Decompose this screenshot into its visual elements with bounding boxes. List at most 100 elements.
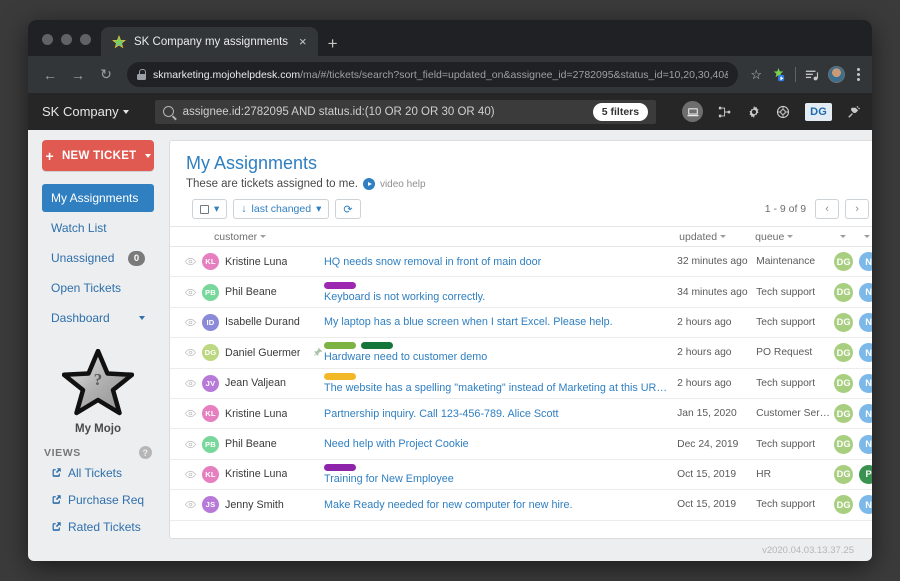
watch-eye-icon[interactable]	[184, 439, 197, 450]
table-row[interactable]: JVJean ValjeanThe website has a spelling…	[170, 369, 872, 399]
watch-eye-icon[interactable]	[184, 287, 197, 298]
user-avatar-initials[interactable]: DG	[805, 103, 832, 121]
table-row[interactable]: DGDaniel GuermerHardware need to custome…	[170, 338, 872, 368]
sidebar-item-purchase-req[interactable]: Purchase Req	[42, 486, 154, 513]
sitemap-icon[interactable]	[718, 105, 732, 119]
new-ticket-button[interactable]: + NEW TICKET	[42, 140, 154, 171]
sidebar-item-watch-list[interactable]: Watch List	[42, 214, 154, 242]
ticket-tag[interactable]	[324, 282, 356, 289]
row-badge[interactable]: DG	[834, 435, 853, 454]
ticket-subject-link[interactable]: Partnership inquiry. Call 123-456-789. A…	[324, 408, 667, 420]
row-badge[interactable]: N	[859, 404, 872, 423]
ticket-subject-link[interactable]: Hardware need to customer demo	[324, 351, 667, 363]
watch-eye-icon[interactable]	[184, 347, 197, 358]
table-row[interactable]: JSJenny SmithMake Ready needed for new c…	[170, 490, 872, 520]
ticket-subject-cell: Need help with Project Cookie	[324, 438, 677, 450]
table-row[interactable]: PBPhil BeaneNeed help with Project Cooki…	[170, 429, 872, 459]
previous-page-button[interactable]: ‹	[815, 199, 839, 219]
browser-profile-avatar[interactable]	[828, 66, 845, 83]
ticket-tag[interactable]	[324, 342, 356, 349]
sidebar-item-open-tickets[interactable]: Open Tickets	[42, 274, 154, 302]
plug-icon[interactable]	[847, 105, 861, 119]
bookmark-star-icon[interactable]: ☆	[750, 67, 762, 83]
address-bar[interactable]: skmarketing.mojohelpdesk.com/ma/#/ticket…	[127, 62, 738, 87]
column-header-updated[interactable]: updated	[679, 231, 755, 243]
extension-puzzle-icon[interactable]	[771, 67, 786, 82]
company-switcher[interactable]: SK Company	[42, 104, 129, 119]
help-question-icon[interactable]: ?	[139, 446, 152, 459]
column-header-status[interactable]	[855, 235, 872, 238]
play-icon[interactable]	[363, 178, 375, 190]
table-row[interactable]: KLKristine LunaTraining for New Employee…	[170, 460, 872, 490]
table-row[interactable]: KLKristine LunaHQ needs snow removal in …	[170, 247, 872, 277]
watch-eye-icon[interactable]	[184, 256, 197, 267]
column-header-assignee[interactable]	[831, 235, 855, 238]
row-badge[interactable]: DG	[834, 374, 853, 393]
row-badge[interactable]: P	[859, 465, 872, 484]
row-badge[interactable]: DG	[834, 465, 853, 484]
table-row[interactable]: KLKristine LunaPartnership inquiry. Call…	[170, 399, 872, 429]
row-badge[interactable]: N	[859, 313, 872, 332]
new-tab-icon[interactable]: +	[328, 35, 338, 52]
next-page-button[interactable]: ›	[845, 199, 869, 219]
sidebar-item-unassigned[interactable]: Unassigned 0	[42, 244, 154, 272]
reading-list-icon[interactable]	[805, 68, 819, 82]
ticket-subject-link[interactable]: Training for New Employee	[324, 473, 667, 485]
ticket-tag[interactable]	[324, 464, 356, 471]
ticket-subject-link[interactable]: The website has a spelling "maketing" in…	[324, 382, 667, 394]
minimize-window-button[interactable]	[61, 34, 72, 45]
row-badge[interactable]: N	[859, 495, 872, 514]
chat-widget-icon[interactable]	[682, 101, 703, 122]
back-icon[interactable]: ←	[37, 62, 63, 88]
table-row[interactable]: IDIsabelle DurandMy laptop has a blue sc…	[170, 308, 872, 338]
row-badge[interactable]: DG	[834, 404, 853, 423]
column-header-customer[interactable]: customer	[192, 231, 300, 243]
sidebar-nav: My Assignments Watch List Unassigned 0 O…	[42, 184, 154, 332]
my-mojo-widget[interactable]: ? My Mojo	[42, 349, 154, 435]
gear-icon[interactable]	[747, 105, 761, 119]
browser-menu-icon[interactable]	[854, 68, 863, 81]
watch-eye-icon[interactable]	[184, 408, 197, 419]
row-badge[interactable]: DG	[834, 343, 853, 362]
sidebar-item-dashboard[interactable]: Dashboard	[42, 304, 154, 332]
ticket-subject-link[interactable]: Need help with Project Cookie	[324, 438, 667, 450]
sidebar-item-all-tickets[interactable]: All Tickets	[42, 459, 154, 486]
watch-eye-icon[interactable]	[184, 469, 197, 480]
reload-icon[interactable]: ↻	[93, 62, 119, 88]
row-badge[interactable]: N	[859, 374, 872, 393]
watch-eye-icon[interactable]	[184, 378, 197, 389]
row-badge[interactable]: N	[859, 252, 872, 271]
filters-badge[interactable]: 5 filters	[593, 103, 648, 121]
forward-icon[interactable]: →	[65, 62, 91, 88]
ticket-tag[interactable]	[361, 342, 393, 349]
refresh-button[interactable]: ⟳	[335, 199, 360, 219]
search-input[interactable]: assignee.id:2782095 AND status.id:(10 OR…	[183, 106, 584, 118]
select-all-dropdown[interactable]: ▾	[192, 199, 227, 219]
sidebar-item-my-assignments[interactable]: My Assignments	[42, 184, 154, 212]
row-badge[interactable]: N	[859, 283, 872, 302]
column-header-queue[interactable]: queue	[755, 231, 831, 243]
row-badge[interactable]: N	[859, 435, 872, 454]
watch-eye-icon[interactable]	[184, 499, 197, 510]
ticket-subject-link[interactable]: Make Ready needed for new computer for n…	[324, 499, 667, 511]
ticket-subject-link[interactable]: My laptop has a blue screen when I start…	[324, 316, 667, 328]
help-lifebuoy-icon[interactable]	[776, 105, 790, 119]
row-badge[interactable]: DG	[834, 283, 853, 302]
row-badge[interactable]: DG	[834, 252, 853, 271]
maximize-window-button[interactable]	[80, 34, 91, 45]
row-badge[interactable]: DG	[834, 495, 853, 514]
ticket-subject-link[interactable]: Keyboard is not working correctly.	[324, 291, 667, 303]
sidebar-item-rated-tickets[interactable]: Rated Tickets	[42, 513, 154, 540]
close-tab-icon[interactable]: ×	[296, 35, 310, 48]
watch-eye-icon[interactable]	[184, 317, 197, 328]
row-badge[interactable]: DG	[834, 313, 853, 332]
table-row[interactable]: PBPhil BeaneKeyboard is not working corr…	[170, 277, 872, 307]
ticket-subject-link[interactable]: HQ needs snow removal in front of main d…	[324, 256, 667, 268]
sort-dropdown[interactable]: ↓ last changed ▾	[233, 199, 329, 219]
row-badge[interactable]: N	[859, 343, 872, 362]
video-help-link[interactable]: video help	[380, 179, 426, 190]
browser-tab[interactable]: SK Company my assignments ×	[101, 27, 318, 56]
ticket-search-box[interactable]: assignee.id:2782095 AND status.id:(10 OR…	[155, 100, 657, 124]
close-window-button[interactable]	[42, 34, 53, 45]
ticket-tag[interactable]	[324, 373, 356, 380]
